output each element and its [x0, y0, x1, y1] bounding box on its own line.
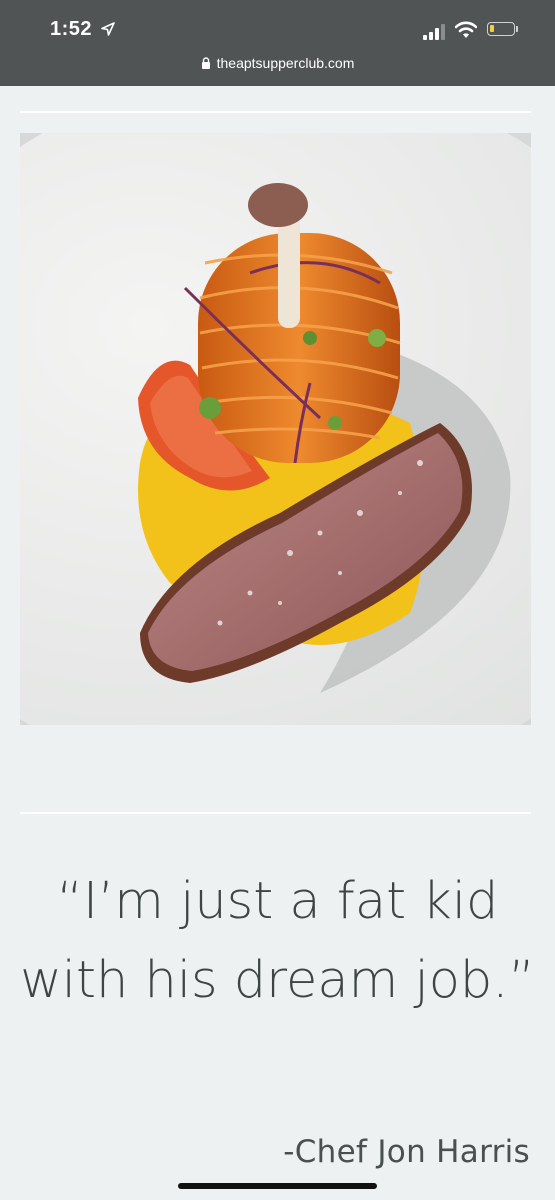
url-text: theaptsupperclub.com — [216, 55, 355, 71]
address-bar[interactable]: theaptsupperclub.com — [0, 55, 555, 77]
wifi-icon — [455, 21, 477, 38]
battery-level — [490, 25, 494, 32]
battery-nub — [516, 26, 518, 32]
browser-chrome: 1:52 theaptsupperclub.com — [0, 0, 555, 86]
location-arrow-icon — [101, 22, 115, 36]
dish-photo — [20, 133, 531, 725]
status-time: 1:52 — [50, 18, 93, 40]
home-indicator[interactable] — [178, 1183, 377, 1189]
bottom-divider — [20, 812, 531, 814]
top-divider — [20, 111, 531, 113]
quote-text: “I’m just a fat kid with his dream job.” — [20, 872, 535, 1010]
quote-attribution: -Chef Jon Harris — [283, 1134, 530, 1170]
cellular-signal-icon — [423, 24, 445, 40]
lock-icon — [201, 57, 210, 69]
battery-icon — [487, 22, 515, 36]
